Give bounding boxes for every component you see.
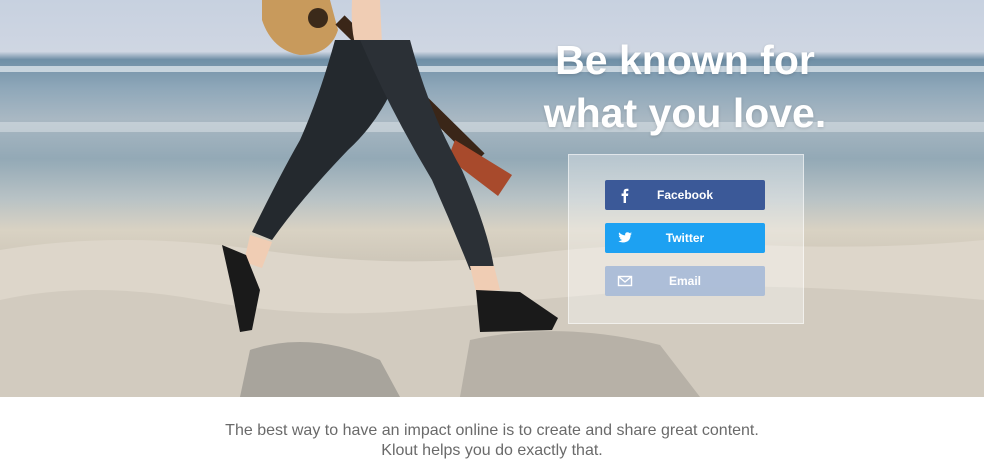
hero-headline: Be known for what you love.: [520, 34, 850, 140]
tagline-line-2: Klout helps you do exactly that.: [381, 442, 603, 459]
email-signin-button[interactable]: Email: [605, 266, 765, 296]
headline-line-2: what you love.: [543, 90, 827, 136]
facebook-icon: [621, 188, 629, 203]
twitter-button-label: Twitter: [665, 231, 705, 245]
signup-panel: Facebook Twitter Email: [568, 154, 804, 324]
email-button-label: Email: [668, 274, 701, 288]
tagline-line-1: The best way to have an impact online is…: [225, 422, 759, 439]
mail-icon: [617, 275, 633, 287]
hero-banner: Be known for what you love. Facebook Twi…: [0, 0, 984, 397]
tagline: The best way to have an impact online is…: [0, 421, 984, 461]
facebook-button-label: Facebook: [656, 188, 713, 202]
facebook-signin-button[interactable]: Facebook: [605, 180, 765, 210]
twitter-icon: [618, 232, 632, 243]
headline-line-1: Be known for: [555, 37, 815, 83]
twitter-signin-button[interactable]: Twitter: [605, 223, 765, 253]
